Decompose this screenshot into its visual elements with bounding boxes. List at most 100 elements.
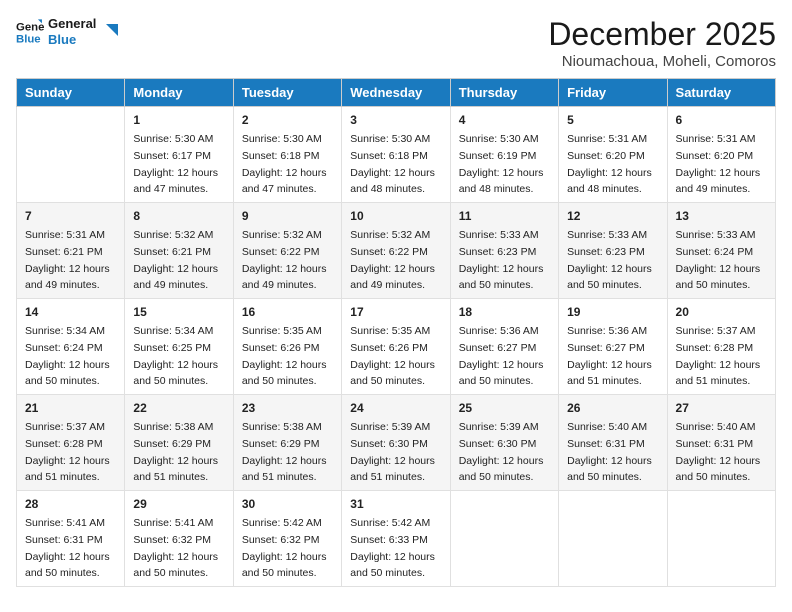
day-number: 12 <box>567 207 658 225</box>
day-number: 15 <box>133 303 224 321</box>
day-info: Sunrise: 5:30 AM Sunset: 6:19 PM Dayligh… <box>459 133 544 195</box>
week-row-1: 1Sunrise: 5:30 AM Sunset: 6:17 PM Daylig… <box>17 107 776 203</box>
day-number: 4 <box>459 111 550 129</box>
day-number: 26 <box>567 399 658 417</box>
day-cell: 30 Sunrise: 5:42 AM Sunset: 6:32 PM Dayli… <box>233 491 341 587</box>
day-number: 7 <box>25 207 116 225</box>
day-info: Sunrise: 5:32 AM Sunset: 6:21 PM Dayligh… <box>133 229 218 291</box>
day-cell: 31 Sunrise: 5:42 AM Sunset: 6:33 PM Dayli… <box>342 491 450 587</box>
col-header-sunday: Sunday <box>17 79 125 107</box>
day-number: 24 <box>350 399 441 417</box>
svg-text:Blue: Blue <box>16 33 41 45</box>
day-info: Sunrise: 5:31 AM Sunset: 6:20 PM Dayligh… <box>676 133 761 195</box>
day-info: Sunrise: 5:36 AM Sunset: 6:27 PM Dayligh… <box>567 325 652 387</box>
day-cell: 28 Sunrise: 5:41 AM Sunset: 6:31 PM Dayli… <box>17 491 125 587</box>
header-row: SundayMondayTuesdayWednesdayThursdayFrid… <box>17 79 776 107</box>
day-number: 9 <box>242 207 333 225</box>
calendar-title: December 2025 <box>548 16 776 53</box>
day-cell <box>667 491 775 587</box>
day-cell: 13Sunrise: 5:33 AM Sunset: 6:24 PM Dayli… <box>667 203 775 299</box>
col-header-saturday: Saturday <box>667 79 775 107</box>
day-info: Sunrise: 5:41 AM Sunset: 6:32 PM Dayligh… <box>133 517 218 579</box>
day-number: 8 <box>133 207 224 225</box>
day-info: Sunrise: 5:37 AM Sunset: 6:28 PM Dayligh… <box>25 421 110 483</box>
week-row-5: 28 Sunrise: 5:41 AM Sunset: 6:31 PM Dayli… <box>17 491 776 587</box>
day-info: Sunrise: 5:42 AM Sunset: 6:32 PM Dayligh… <box>242 517 327 579</box>
day-info: Sunrise: 5:35 AM Sunset: 6:26 PM Dayligh… <box>350 325 435 387</box>
day-cell: 5 Sunrise: 5:31 AM Sunset: 6:20 PM Daylig… <box>559 107 667 203</box>
day-number: 25 <box>459 399 550 417</box>
day-number: 20 <box>676 303 767 321</box>
day-info: Sunrise: 5:40 AM Sunset: 6:31 PM Dayligh… <box>567 421 652 483</box>
day-number: 5 <box>567 111 658 129</box>
day-number: 3 <box>350 111 441 129</box>
day-cell: 25 Sunrise: 5:39 AM Sunset: 6:30 PM Dayli… <box>450 395 558 491</box>
week-row-3: 14Sunrise: 5:34 AM Sunset: 6:24 PM Dayli… <box>17 299 776 395</box>
day-cell: 2 Sunrise: 5:30 AM Sunset: 6:18 PM Daylig… <box>233 107 341 203</box>
day-number: 6 <box>676 111 767 129</box>
day-cell: 26 Sunrise: 5:40 AM Sunset: 6:31 PM Dayli… <box>559 395 667 491</box>
week-row-2: 7 Sunrise: 5:31 AM Sunset: 6:21 PM Daylig… <box>17 203 776 299</box>
day-info: Sunrise: 5:36 AM Sunset: 6:27 PM Dayligh… <box>459 325 544 387</box>
day-number: 2 <box>242 111 333 129</box>
day-info: Sunrise: 5:31 AM Sunset: 6:21 PM Dayligh… <box>25 229 110 291</box>
day-cell: 1Sunrise: 5:30 AM Sunset: 6:17 PM Daylig… <box>125 107 233 203</box>
day-number: 27 <box>676 399 767 417</box>
svg-text:General: General <box>16 21 44 33</box>
day-cell <box>17 107 125 203</box>
day-info: Sunrise: 5:35 AM Sunset: 6:26 PM Dayligh… <box>242 325 327 387</box>
day-cell: 19Sunrise: 5:36 AM Sunset: 6:27 PM Dayli… <box>559 299 667 395</box>
day-number: 23 <box>242 399 333 417</box>
col-header-wednesday: Wednesday <box>342 79 450 107</box>
day-cell: 23Sunrise: 5:38 AM Sunset: 6:29 PM Dayli… <box>233 395 341 491</box>
day-number: 30 <box>242 495 333 513</box>
day-info: Sunrise: 5:33 AM Sunset: 6:24 PM Dayligh… <box>676 229 761 291</box>
day-number: 28 <box>25 495 116 513</box>
day-number: 22 <box>133 399 224 417</box>
day-number: 17 <box>350 303 441 321</box>
logo-icon: General Blue <box>16 18 44 46</box>
day-info: Sunrise: 5:32 AM Sunset: 6:22 PM Dayligh… <box>242 229 327 291</box>
day-info: Sunrise: 5:30 AM Sunset: 6:18 PM Dayligh… <box>242 133 327 195</box>
day-info: Sunrise: 5:32 AM Sunset: 6:22 PM Dayligh… <box>350 229 435 291</box>
day-cell: 3Sunrise: 5:30 AM Sunset: 6:18 PM Daylig… <box>342 107 450 203</box>
page-header: General Blue General Blue December 2025 … <box>16 16 776 70</box>
day-cell <box>559 491 667 587</box>
day-cell: 11Sunrise: 5:33 AM Sunset: 6:23 PM Dayli… <box>450 203 558 299</box>
week-row-4: 21Sunrise: 5:37 AM Sunset: 6:28 PM Dayli… <box>17 395 776 491</box>
day-cell: 14Sunrise: 5:34 AM Sunset: 6:24 PM Dayli… <box>17 299 125 395</box>
day-info: Sunrise: 5:42 AM Sunset: 6:33 PM Dayligh… <box>350 517 435 579</box>
col-header-tuesday: Tuesday <box>233 79 341 107</box>
day-info: Sunrise: 5:34 AM Sunset: 6:25 PM Dayligh… <box>133 325 218 387</box>
day-number: 10 <box>350 207 441 225</box>
day-info: Sunrise: 5:38 AM Sunset: 6:29 PM Dayligh… <box>133 421 218 483</box>
day-number: 31 <box>350 495 441 513</box>
day-cell: 10 Sunrise: 5:32 AM Sunset: 6:22 PM Dayli… <box>342 203 450 299</box>
day-number: 14 <box>25 303 116 321</box>
day-cell: 21Sunrise: 5:37 AM Sunset: 6:28 PM Dayli… <box>17 395 125 491</box>
day-cell: 22 Sunrise: 5:38 AM Sunset: 6:29 PM Dayli… <box>125 395 233 491</box>
day-info: Sunrise: 5:31 AM Sunset: 6:20 PM Dayligh… <box>567 133 652 195</box>
day-number: 16 <box>242 303 333 321</box>
day-info: Sunrise: 5:41 AM Sunset: 6:31 PM Dayligh… <box>25 517 110 579</box>
day-info: Sunrise: 5:39 AM Sunset: 6:30 PM Dayligh… <box>350 421 435 483</box>
title-block: December 2025 Nioumachoua, Moheli, Comor… <box>548 16 776 70</box>
day-cell: 29 Sunrise: 5:41 AM Sunset: 6:32 PM Dayli… <box>125 491 233 587</box>
day-cell: 9 Sunrise: 5:32 AM Sunset: 6:22 PM Daylig… <box>233 203 341 299</box>
day-cell: 18 Sunrise: 5:36 AM Sunset: 6:27 PM Dayli… <box>450 299 558 395</box>
day-number: 11 <box>459 207 550 225</box>
day-cell: 24 Sunrise: 5:39 AM Sunset: 6:30 PM Dayli… <box>342 395 450 491</box>
day-number: 18 <box>459 303 550 321</box>
day-number: 29 <box>133 495 224 513</box>
day-cell <box>450 491 558 587</box>
day-cell: 6 Sunrise: 5:31 AM Sunset: 6:20 PM Daylig… <box>667 107 775 203</box>
col-header-thursday: Thursday <box>450 79 558 107</box>
logo-arrow-icon <box>100 22 120 42</box>
day-info: Sunrise: 5:39 AM Sunset: 6:30 PM Dayligh… <box>459 421 544 483</box>
day-cell: 16 Sunrise: 5:35 AM Sunset: 6:26 PM Dayli… <box>233 299 341 395</box>
calendar-table: SundayMondayTuesdayWednesdayThursdayFrid… <box>16 78 776 587</box>
col-header-friday: Friday <box>559 79 667 107</box>
day-cell: 15 Sunrise: 5:34 AM Sunset: 6:25 PM Dayli… <box>125 299 233 395</box>
day-info: Sunrise: 5:33 AM Sunset: 6:23 PM Dayligh… <box>567 229 652 291</box>
day-info: Sunrise: 5:40 AM Sunset: 6:31 PM Dayligh… <box>676 421 761 483</box>
